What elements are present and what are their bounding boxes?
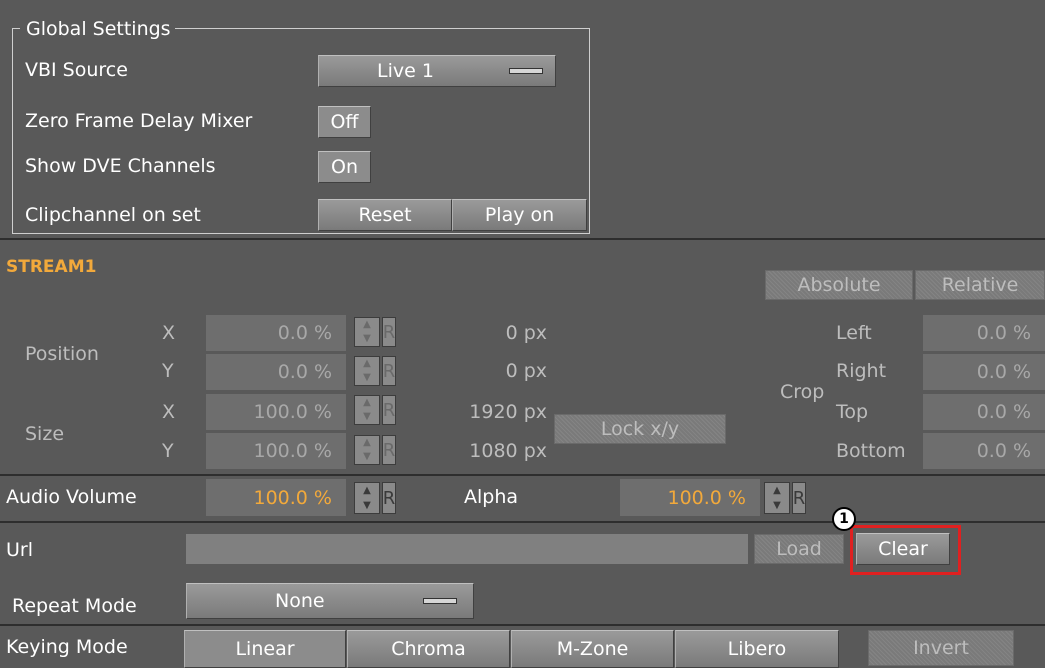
url-label: Url xyxy=(6,539,33,561)
up-arrow-icon: ▲ xyxy=(363,437,371,448)
alpha-label: Alpha xyxy=(464,486,519,508)
up-arrow-icon: ▲ xyxy=(363,319,371,330)
keying-linear-button[interactable]: Linear xyxy=(184,630,346,668)
position-y-reset-button[interactable]: R xyxy=(382,356,396,386)
audio-volume-label: Audio Volume xyxy=(6,486,137,508)
position-x-field[interactable]: 0.0 % xyxy=(206,315,346,351)
zero-frame-delay-label: Zero Frame Delay Mixer xyxy=(25,110,253,132)
play-on-button[interactable]: Play on xyxy=(452,199,587,231)
crop-right-label: Right xyxy=(836,360,887,382)
keying-libero-button[interactable]: Libero xyxy=(675,630,839,668)
repeat-mode-label: Repeat Mode xyxy=(12,595,137,617)
up-arrow-icon: ▲ xyxy=(363,484,371,496)
down-arrow-icon: ▼ xyxy=(363,411,371,422)
show-dve-channels-toggle[interactable]: On xyxy=(318,151,371,183)
reset-button[interactable]: Reset xyxy=(318,199,452,231)
crop-top-label: Top xyxy=(836,401,869,423)
alpha-stepper[interactable]: ▲ ▼ xyxy=(764,482,790,514)
lock-xy-button[interactable]: Lock x/y xyxy=(554,414,726,444)
callout-badge: 1 xyxy=(832,507,856,531)
position-x-label: X xyxy=(162,322,176,344)
up-arrow-icon: ▲ xyxy=(363,358,371,369)
section-divider xyxy=(0,238,1045,240)
position-x-reset-button[interactable]: R xyxy=(382,317,396,347)
absolute-button[interactable]: Absolute xyxy=(765,270,913,300)
size-y-label: Y xyxy=(162,440,174,462)
keying-mzone-button[interactable]: M-Zone xyxy=(511,630,674,668)
size-x-reset-button[interactable]: R xyxy=(382,395,396,425)
size-label: Size xyxy=(25,423,65,445)
crop-right-field[interactable]: 0.0 % xyxy=(923,354,1045,390)
section-divider xyxy=(0,624,1045,626)
keying-chroma-button[interactable]: Chroma xyxy=(347,630,510,668)
size-x-stepper[interactable]: ▲ ▼ xyxy=(354,395,380,425)
down-arrow-icon: ▼ xyxy=(773,499,781,511)
size-y-stepper[interactable]: ▲ ▼ xyxy=(354,435,380,465)
audio-volume-reset-button[interactable]: R xyxy=(382,482,396,514)
audio-volume-stepper[interactable]: ▲ ▼ xyxy=(354,482,380,514)
zero-frame-delay-toggle[interactable]: Off xyxy=(318,106,371,138)
vbi-source-label: VBI Source xyxy=(25,59,128,81)
size-x-label: X xyxy=(162,401,176,423)
global-settings-title: Global Settings xyxy=(20,20,175,39)
section-divider xyxy=(0,474,1045,476)
up-arrow-icon: ▲ xyxy=(363,397,371,408)
clear-button[interactable]: Clear xyxy=(856,533,950,565)
down-arrow-icon: ▼ xyxy=(363,499,371,511)
position-y-label: Y xyxy=(162,360,174,382)
down-arrow-icon: ▼ xyxy=(363,333,371,344)
vbi-source-dropdown[interactable]: Live 1 xyxy=(318,55,556,87)
relative-button[interactable]: Relative xyxy=(915,270,1045,300)
show-dve-channels-label: Show DVE Channels xyxy=(25,155,216,177)
audio-volume-field[interactable]: 100.0 % xyxy=(206,479,346,516)
size-y-field[interactable]: 100.0 % xyxy=(206,433,346,469)
keying-mode-label: Keying Mode xyxy=(6,636,128,658)
position-y-stepper[interactable]: ▲ ▼ xyxy=(354,356,380,386)
repeat-mode-dropdown[interactable]: None xyxy=(186,583,474,619)
up-arrow-icon: ▲ xyxy=(773,484,781,496)
clipchannel-on-set-label: Clipchannel on set xyxy=(25,204,201,226)
keying-invert-button[interactable]: Invert xyxy=(868,630,1014,666)
dropdown-arrow-icon xyxy=(423,598,457,604)
crop-left-label: Left xyxy=(836,322,872,344)
size-y-reset-button[interactable]: R xyxy=(382,435,396,465)
load-button[interactable]: Load xyxy=(754,534,844,564)
stream-title: STREAM1 xyxy=(6,257,97,277)
crop-top-field[interactable]: 0.0 % xyxy=(923,394,1045,430)
crop-bottom-label: Bottom xyxy=(836,440,906,462)
repeat-mode-value: None xyxy=(275,590,325,612)
size-x-field[interactable]: 100.0 % xyxy=(206,394,346,430)
position-x-stepper[interactable]: ▲ ▼ xyxy=(354,317,380,347)
position-x-px: 0 px xyxy=(505,322,547,344)
crop-label: Crop xyxy=(780,381,825,403)
alpha-field[interactable]: 100.0 % xyxy=(620,479,760,516)
size-x-px: 1920 px xyxy=(469,401,547,423)
vbi-source-value: Live 1 xyxy=(377,60,434,82)
dropdown-arrow-icon xyxy=(509,68,543,74)
down-arrow-icon: ▼ xyxy=(363,451,371,462)
url-input[interactable] xyxy=(186,534,748,564)
position-y-px: 0 px xyxy=(505,360,547,382)
crop-left-field[interactable]: 0.0 % xyxy=(923,315,1045,351)
crop-bottom-field[interactable]: 0.0 % xyxy=(923,433,1045,469)
section-divider xyxy=(0,521,1045,523)
alpha-reset-button[interactable]: R xyxy=(792,482,806,514)
position-label: Position xyxy=(25,343,99,365)
size-y-px: 1080 px xyxy=(469,440,547,462)
position-y-field[interactable]: 0.0 % xyxy=(206,354,346,390)
down-arrow-icon: ▼ xyxy=(363,372,371,383)
